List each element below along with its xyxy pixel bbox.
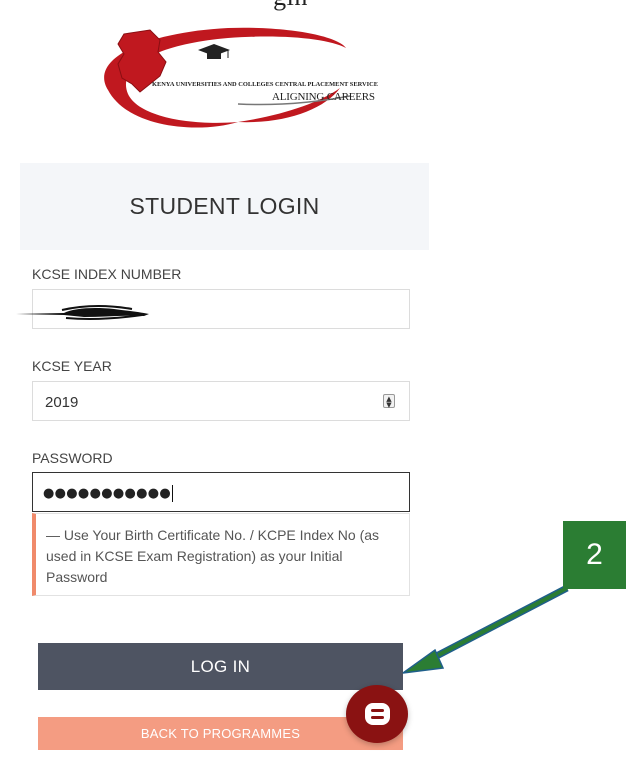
spinner-arrows-icon[interactable]: ▲ ▼	[383, 394, 395, 409]
cropped-heading-text: 'gin	[268, 0, 308, 12]
text-caret	[172, 485, 174, 502]
kcse-year-label: KCSE YEAR	[32, 358, 112, 374]
annotation-step-badge: 2	[563, 521, 626, 589]
password-hint: — Use Your Birth Certificate No. / KCPE …	[32, 513, 410, 596]
redaction-scribble	[16, 305, 149, 320]
password-mask: ●●●●●●●●●●●	[43, 485, 174, 502]
logo-swoosh-graphic	[104, 27, 351, 128]
login-heading-card: STUDENT LOGIN	[20, 163, 429, 250]
logo-tagline: KENYA UNIVERSITIES AND COLLEGES CENTRAL …	[152, 81, 378, 88]
page-title: STUDENT LOGIN	[129, 193, 320, 219]
kuccps-logo: KENYA UNIVERSITIES AND COLLEGES CENTRAL …	[88, 18, 378, 134]
chat-widget-button[interactable]	[346, 685, 408, 743]
password-input[interactable]: ●●●●●●●●●●●	[32, 472, 410, 512]
chat-bubble-icon	[365, 703, 390, 725]
logo-slogan: ALIGNING CAREERS	[272, 91, 375, 103]
kcse-year-select[interactable]: 2019 ▲ ▼	[32, 381, 410, 421]
annotation-arrow	[402, 584, 569, 674]
kcse-year-value: 2019	[45, 394, 79, 411]
password-hint-text: — Use Your Birth Certificate No. / KCPE …	[46, 527, 380, 585]
index-number-label: KCSE INDEX NUMBER	[32, 266, 182, 282]
password-label: PASSWORD	[32, 450, 113, 466]
login-button[interactable]: LOG IN	[38, 643, 403, 690]
